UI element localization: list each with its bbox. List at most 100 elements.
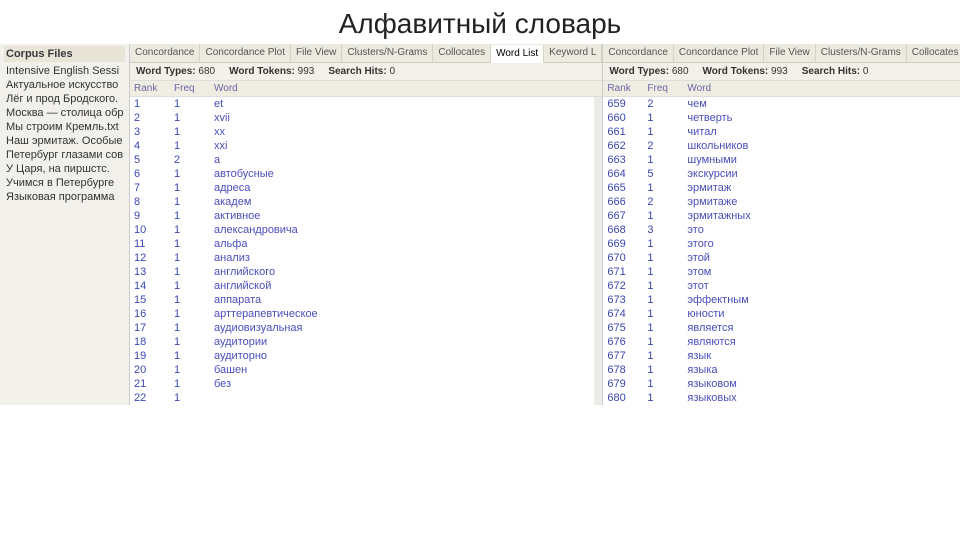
col-rank[interactable]: Rank <box>130 81 170 96</box>
tab-word-list[interactable]: Word List <box>491 45 544 63</box>
table-row[interactable]: 6751является <box>603 321 960 335</box>
tab-concordance[interactable]: Concordance <box>130 44 200 62</box>
table-row[interactable]: 6771язык <box>603 349 960 363</box>
tab-concordance[interactable]: Concordance <box>603 44 673 62</box>
table-row[interactable]: 111альфа <box>130 237 594 251</box>
table-row[interactable]: 6645экскурсии <box>603 167 960 181</box>
cell-word: языковом <box>683 377 960 391</box>
table-row[interactable]: 41xxi <box>130 139 594 153</box>
table-row[interactable]: 6781языка <box>603 363 960 377</box>
corpus-file-item[interactable]: Языковая программа <box>4 190 125 204</box>
col-rank[interactable]: Rank <box>603 81 643 96</box>
corpus-file-item[interactable]: Лёг и прод Бродского. <box>4 92 125 106</box>
corpus-file-item[interactable]: Мы строим Кремль.txt <box>4 120 125 134</box>
cell-freq: 1 <box>643 321 683 335</box>
corpus-file-item[interactable]: Актуальное искусство <box>4 78 125 92</box>
table-row[interactable]: 6801языковых <box>603 391 960 405</box>
corpus-file-item[interactable]: Наш эрмитаж. Особые <box>4 134 125 148</box>
table-row[interactable]: 131английского <box>130 265 594 279</box>
cell-word: этом <box>683 265 960 279</box>
right-wordlist-rows[interactable]: 6592чем6601четверть6611читал6622школьник… <box>603 97 960 405</box>
table-row[interactable]: 11et <box>130 97 594 111</box>
corpus-file-item[interactable]: Петербург глазами сов <box>4 148 125 162</box>
cell-freq: 2 <box>643 139 683 153</box>
cell-word: а <box>210 153 594 167</box>
table-row[interactable]: 6611читал <box>603 125 960 139</box>
table-row[interactable]: 6601четверть <box>603 111 960 125</box>
table-row[interactable]: 171аудиовизуальная <box>130 321 594 335</box>
tab-concordance-plot[interactable]: Concordance Plot <box>200 44 291 62</box>
stat-label: Word Types: <box>609 66 669 77</box>
table-row[interactable]: 6671эрмитажных <box>603 209 960 223</box>
tab-collocates[interactable]: Collocates <box>433 44 491 62</box>
tab-file-view[interactable]: File View <box>291 44 342 62</box>
page-title: Алфавитный словарь <box>0 0 960 44</box>
col-word[interactable]: Word <box>683 81 960 96</box>
table-row[interactable]: 6711этом <box>603 265 960 279</box>
table-row[interactable]: 52а <box>130 153 594 167</box>
table-row[interactable]: 221 <box>130 391 594 405</box>
cell-rank: 5 <box>130 153 170 167</box>
table-row[interactable]: 141английской <box>130 279 594 293</box>
tab-clusters-n-grams[interactable]: Clusters/N-Grams <box>816 44 907 62</box>
table-row[interactable]: 31xx <box>130 125 594 139</box>
table-row[interactable]: 91активное <box>130 209 594 223</box>
table-row[interactable]: 6791языковом <box>603 377 960 391</box>
workspace: Corpus Files Intensive English SessiАкту… <box>0 44 960 405</box>
cell-freq: 1 <box>170 279 210 293</box>
table-row[interactable]: 6651эрмитаж <box>603 181 960 195</box>
table-row[interactable]: 61автобусные <box>130 167 594 181</box>
table-row[interactable]: 21xvii <box>130 111 594 125</box>
tab-file-view[interactable]: File View <box>764 44 815 62</box>
table-row[interactable]: 181аудитории <box>130 335 594 349</box>
table-row[interactable]: 6662эрмитаже <box>603 195 960 209</box>
corpus-file-item[interactable]: Москва — столица обр <box>4 106 125 120</box>
cell-word: александровича <box>210 223 594 237</box>
cell-word: без <box>210 377 594 391</box>
cell-freq: 3 <box>643 223 683 237</box>
cell-rank: 667 <box>603 209 643 223</box>
cell-word: xvii <box>210 111 594 125</box>
cell-word: английского <box>210 265 594 279</box>
table-row[interactable]: 6683это <box>603 223 960 237</box>
corpus-file-item[interactable]: У Царя, на пиршстс. <box>4 162 125 176</box>
table-row[interactable]: 6631шумными <box>603 153 960 167</box>
col-freq[interactable]: Freq <box>643 81 683 96</box>
corpus-files-list[interactable]: Intensive English SessiАктуальное искусс… <box>4 64 125 204</box>
table-row[interactable]: 6721этот <box>603 279 960 293</box>
cell-word: этого <box>683 237 960 251</box>
table-row[interactable]: 151аппарата <box>130 293 594 307</box>
table-row[interactable]: 6691этого <box>603 237 960 251</box>
cell-rank: 664 <box>603 167 643 181</box>
table-row[interactable]: 101александровича <box>130 223 594 237</box>
cell-rank: 10 <box>130 223 170 237</box>
col-word[interactable]: Word <box>210 81 602 96</box>
cell-word: экскурсии <box>683 167 960 181</box>
left-wordlist-rows[interactable]: 11et21xvii31xx41xxi52а61автобусные71адре… <box>130 97 594 405</box>
cell-freq: 1 <box>643 265 683 279</box>
tab-collocates[interactable]: Collocates <box>907 44 960 62</box>
table-row[interactable]: 211без <box>130 377 594 391</box>
table-row[interactable]: 121анализ <box>130 251 594 265</box>
cell-word: академ <box>210 195 594 209</box>
tab-clusters-n-grams[interactable]: Clusters/N-Grams <box>342 44 433 62</box>
corpus-file-item[interactable]: Intensive English Sessi <box>4 64 125 78</box>
table-row[interactable]: 71адреса <box>130 181 594 195</box>
cell-freq: 1 <box>170 209 210 223</box>
table-row[interactable]: 6741юности <box>603 307 960 321</box>
cell-rank: 671 <box>603 265 643 279</box>
table-row[interactable]: 6592чем <box>603 97 960 111</box>
table-row[interactable]: 6731эффектным <box>603 293 960 307</box>
tab-concordance-plot[interactable]: Concordance Plot <box>674 44 765 62</box>
table-row[interactable]: 6622школьников <box>603 139 960 153</box>
tab-keyword-l[interactable]: Keyword L <box>544 44 602 62</box>
scrollbar[interactable] <box>594 97 602 405</box>
table-row[interactable]: 6761являются <box>603 335 960 349</box>
corpus-file-item[interactable]: Учимся в Петербурге <box>4 176 125 190</box>
table-row[interactable]: 201башен <box>130 363 594 377</box>
table-row[interactable]: 191аудиторно <box>130 349 594 363</box>
table-row[interactable]: 81академ <box>130 195 594 209</box>
col-freq[interactable]: Freq <box>170 81 210 96</box>
table-row[interactable]: 6701этой <box>603 251 960 265</box>
table-row[interactable]: 161арттерапевтическое <box>130 307 594 321</box>
